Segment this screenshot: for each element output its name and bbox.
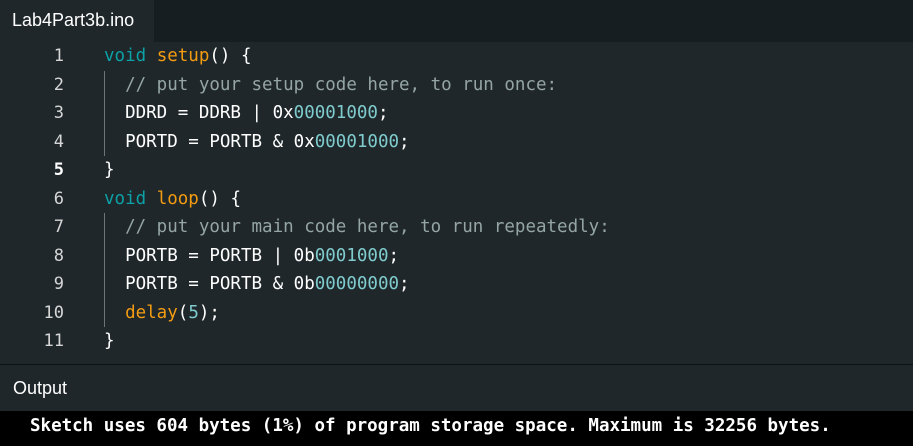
- line-number: 3: [53, 103, 64, 124]
- code-text: void setup() {: [104, 46, 252, 66]
- line-number: 11: [43, 331, 64, 352]
- code-token: ;: [388, 245, 400, 266]
- code-token: ;: [377, 103, 389, 124]
- line-number: 6: [53, 188, 64, 209]
- output-console: Sketch uses 604 bytes (1%) of program st…: [0, 411, 913, 446]
- tab-lab4part3b[interactable]: Lab4Part3b.ino: [0, 0, 154, 42]
- code-text: // put your setup code here, to run once…: [104, 75, 557, 95]
- code-token: DDRD = DDRB |: [104, 103, 273, 124]
- code-token: void: [104, 188, 147, 209]
- code-line[interactable]: 11}: [0, 327, 913, 356]
- code-token: ;: [399, 131, 410, 152]
- code-token: 0b: [293, 245, 315, 266]
- line-number: 2: [53, 74, 64, 95]
- code-token: 0x: [293, 131, 315, 152]
- line-number: 9: [53, 274, 64, 295]
- code-token: 0001000: [314, 245, 389, 266]
- code-line[interactable]: 6 void loop() {: [0, 185, 913, 214]
- code-token: loop: [156, 188, 199, 209]
- code-token: delay: [125, 302, 178, 323]
- code-token: setup: [156, 46, 210, 67]
- code-text: DDRD = DDRB | 0x00001000;: [104, 103, 389, 124]
- code-text: PORTB = PORTB | 0b0001000;: [104, 246, 399, 266]
- code-token: 0b: [293, 274, 315, 295]
- code-text: }: [104, 331, 115, 351]
- code-token: PORTB = PORTB &: [104, 274, 294, 295]
- code-token: 0x: [272, 103, 294, 124]
- code-token: // put your setup code here, to run once…: [125, 74, 558, 95]
- code-token: void: [104, 46, 147, 67]
- code-text: void loop() {: [104, 189, 241, 209]
- code-token: () {: [198, 188, 242, 209]
- code-line[interactable]: 1 void setup() {: [0, 42, 913, 71]
- code-line[interactable]: 4 PORTD = PORTB & 0x00001000;: [0, 128, 913, 157]
- code-line[interactable]: 10 delay(5);: [0, 299, 913, 328]
- code-text: PORTD = PORTB & 0x00001000;: [104, 132, 410, 152]
- code-text: }: [104, 160, 115, 180]
- code-token: PORTD = PORTB &: [104, 131, 294, 152]
- code-line[interactable]: 9 PORTB = PORTB & 0b00000000;: [0, 270, 913, 299]
- code-text: delay(5);: [104, 303, 220, 323]
- code-token: 5: [188, 302, 199, 323]
- line-number: 10: [43, 302, 64, 323]
- line-number: 5: [53, 160, 64, 181]
- code-token: (: [177, 302, 189, 323]
- code-token: }: [104, 160, 115, 181]
- output-panel-title: Output: [0, 365, 913, 411]
- code-line[interactable]: 8 PORTB = PORTB | 0b0001000;: [0, 242, 913, 271]
- tab-bar: Lab4Part3b.ino: [0, 0, 913, 42]
- code-token: 00001000: [314, 131, 400, 152]
- code-token: ;: [399, 274, 410, 295]
- code-text: // put your main code here, to run repea…: [104, 217, 610, 237]
- code-token: () {: [209, 46, 252, 67]
- code-token: }: [104, 331, 115, 352]
- code-line[interactable]: 2 // put your setup code here, to run on…: [0, 71, 913, 100]
- code-token: // put your main code here, to run repea…: [125, 217, 610, 238]
- line-number: 7: [53, 217, 64, 238]
- code-line[interactable]: 3 DDRD = DDRB | 0x00001000;: [0, 99, 913, 128]
- code-line[interactable]: 5}: [0, 156, 913, 185]
- code-text: PORTB = PORTB & 0b00000000;: [104, 274, 410, 294]
- code-token: 00000000: [314, 274, 400, 295]
- line-number: 8: [53, 245, 64, 266]
- code-token: PORTB = PORTB |: [104, 245, 294, 266]
- code-token: 00001000: [293, 103, 378, 124]
- line-number: 4: [53, 131, 64, 152]
- code-token: );: [198, 302, 220, 323]
- code-line[interactable]: 7 // put your main code here, to run rep…: [0, 213, 913, 242]
- code-editor[interactable]: 1 void setup() {2 // put your setup code …: [0, 42, 913, 364]
- line-number: 1: [53, 46, 64, 67]
